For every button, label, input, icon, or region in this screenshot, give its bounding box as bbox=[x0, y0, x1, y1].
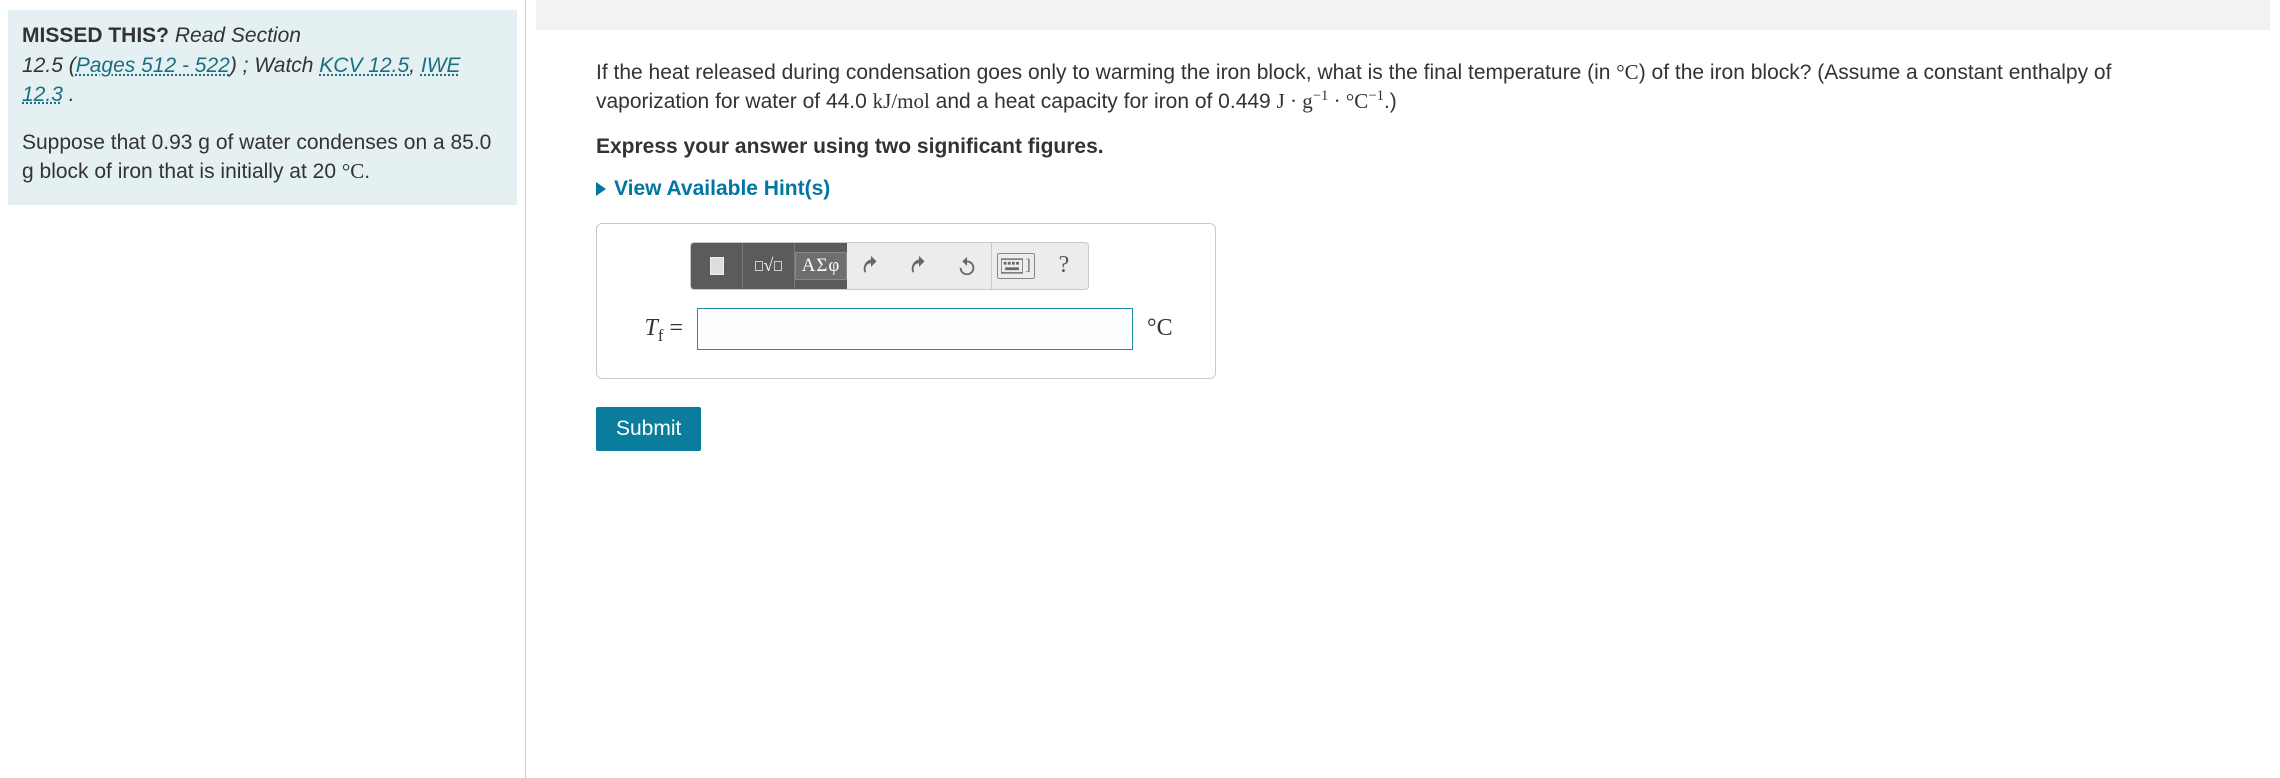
section-ref: 12.5 ( bbox=[22, 54, 76, 77]
submit-button[interactable]: Submit bbox=[596, 407, 701, 451]
equation-toolbar: √ ΑΣφ bbox=[690, 242, 1089, 290]
keyboard-icon: ] bbox=[997, 253, 1034, 279]
undo-icon bbox=[860, 255, 882, 277]
reference-line2: 12.5 (Pages 512 - 522) ; Watch KCV 12.5,… bbox=[22, 52, 503, 109]
answer-input-row: Tf = °C bbox=[615, 308, 1197, 350]
caret-right-icon bbox=[596, 182, 606, 196]
problem-text-a: Suppose that 0.93 g of water condenses o… bbox=[22, 131, 491, 183]
help-button[interactable]: ? bbox=[1040, 242, 1088, 290]
question-body: If the heat released during condensation… bbox=[536, 30, 2270, 471]
toolbar-light-group: ] ? bbox=[847, 243, 1088, 289]
page-root: MISSED THIS? Read Section 12.5 (Pages 51… bbox=[0, 0, 2280, 778]
keyboard-button[interactable]: ] bbox=[992, 242, 1040, 290]
lhs-var: T bbox=[645, 315, 658, 341]
problem-text-b: . bbox=[364, 160, 370, 183]
qt-unit1: °C bbox=[1616, 60, 1638, 84]
template-button[interactable] bbox=[691, 243, 743, 289]
toolbar-dark-group: √ ΑΣφ bbox=[691, 243, 847, 289]
column-divider bbox=[525, 0, 526, 778]
qt-c: and a heat capacity for iron of 0.449 bbox=[930, 90, 1277, 113]
undo-button[interactable] bbox=[847, 242, 895, 290]
view-hints-toggle[interactable]: View Available Hint(s) bbox=[596, 177, 830, 201]
rectangle-icon bbox=[710, 257, 724, 275]
missed-this-label: MISSED THIS? bbox=[22, 24, 169, 47]
instruction-text: Express your answer using two significan… bbox=[596, 135, 2210, 159]
hints-label: View Available Hint(s) bbox=[614, 177, 830, 201]
redo-icon bbox=[908, 255, 930, 277]
lhs-eq: = bbox=[663, 315, 683, 341]
header-strip bbox=[536, 0, 2270, 30]
answer-unit: °C bbox=[1147, 315, 1197, 342]
redo-button[interactable] bbox=[895, 242, 943, 290]
root-icon: √ bbox=[755, 255, 783, 276]
after-pages: ) ; Watch bbox=[230, 54, 319, 77]
pages-link[interactable]: Pages 512 - 522 bbox=[76, 54, 230, 77]
qt-a: If the heat released during condensation… bbox=[596, 61, 1616, 84]
qt-kjmol: kJ/mol bbox=[873, 89, 930, 113]
greek-button[interactable]: ΑΣφ bbox=[795, 243, 847, 289]
answer-lhs: Tf = bbox=[623, 315, 683, 342]
problem-unit: °C bbox=[342, 159, 364, 183]
left-column: MISSED THIS? Read Section 12.5 (Pages 51… bbox=[0, 0, 525, 778]
comma: , bbox=[409, 54, 421, 77]
answer-input[interactable] bbox=[697, 308, 1133, 350]
reset-button[interactable] bbox=[943, 242, 991, 290]
fraction-root-button[interactable]: √ bbox=[743, 243, 795, 289]
read-section-label: Read Section bbox=[175, 24, 301, 47]
kcv-link[interactable]: KCV 12.5 bbox=[319, 54, 409, 77]
greek-label: ΑΣφ bbox=[795, 252, 848, 280]
question-text: If the heat released during condensation… bbox=[596, 58, 2210, 117]
qt-jgc: J · g−1 · °C−1 bbox=[1277, 89, 1384, 113]
help-icon: ? bbox=[1059, 252, 1070, 279]
reset-icon bbox=[956, 255, 978, 277]
reference-box: MISSED THIS? Read Section 12.5 (Pages 51… bbox=[8, 10, 517, 205]
reference-line1: MISSED THIS? Read Section bbox=[22, 22, 503, 50]
qt-d: .) bbox=[1384, 90, 1397, 113]
right-column: If the heat released during condensation… bbox=[536, 0, 2280, 778]
period: . bbox=[63, 83, 75, 106]
answer-box: √ ΑΣφ bbox=[596, 223, 1216, 379]
problem-statement: Suppose that 0.93 g of water condenses o… bbox=[22, 129, 503, 187]
